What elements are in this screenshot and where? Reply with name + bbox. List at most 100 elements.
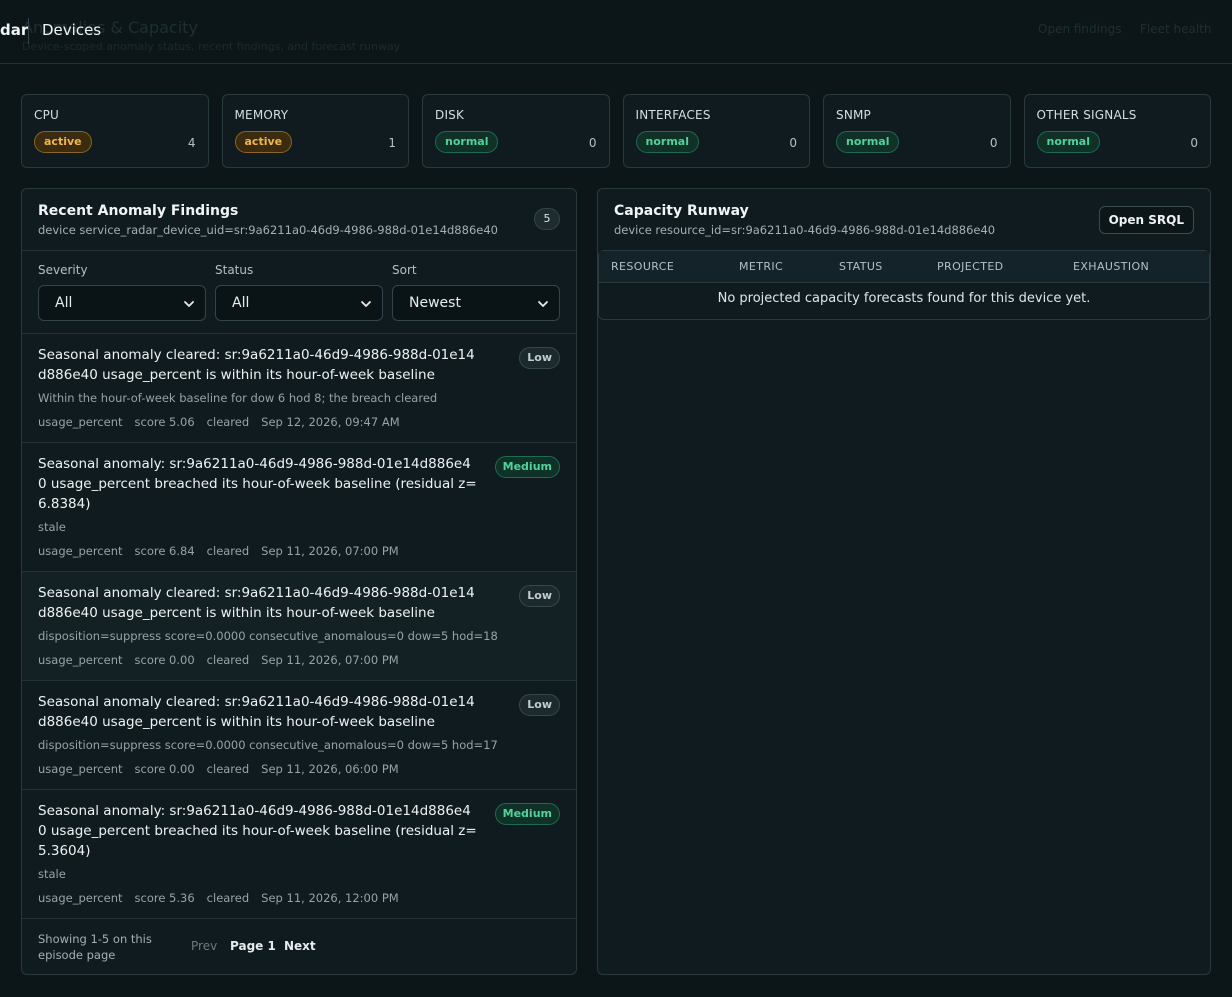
findings-subtitle: device service_radar_device_uid=sr:9a621… xyxy=(38,223,498,237)
prev-page-button[interactable]: Prev xyxy=(191,939,217,953)
nav-devices-link[interactable]: Devices xyxy=(42,21,101,39)
severity-select-value: All xyxy=(55,295,73,311)
finding-description: disposition=suppress score=0.0000 consec… xyxy=(38,738,498,752)
finding-description: Within the hour-of-week baseline for dow… xyxy=(38,391,438,405)
findings-title: Recent Anomaly Findings xyxy=(38,203,239,219)
nav-divider xyxy=(28,18,29,44)
brand-logo-text[interactable]: dar xyxy=(0,21,28,39)
chevron-down-icon xyxy=(184,301,194,307)
signal-cards: CPU active 4 MEMORY active 1 DISK normal… xyxy=(21,94,1211,168)
signal-card-label: SNMP xyxy=(836,108,871,122)
signal-card-count: 0 xyxy=(588,136,597,150)
signal-card-count: 0 xyxy=(789,136,797,150)
finding-title: Seasonal anomaly: sr:9a6211a0-46d9-4986-… xyxy=(38,803,477,859)
finding-score: score 6.84 xyxy=(134,544,195,558)
finding-title: Seasonal anomaly: sr:9a6211a0-46d9-4986-… xyxy=(38,456,477,512)
finding-metric: usage_percent xyxy=(38,762,123,776)
finding-score: score 0.00 xyxy=(134,653,195,667)
status-badge: normal xyxy=(836,131,900,153)
findings-count-badge: 5 xyxy=(534,208,560,230)
finding-score: score 5.06 xyxy=(134,415,195,429)
severity-badge: Medium xyxy=(494,803,560,825)
finding-item[interactable]: Seasonal anomaly cleared: sr:9a6211a0-46… xyxy=(22,681,576,790)
severity-select[interactable]: All xyxy=(38,285,206,321)
capacity-table-header: RESOURCE METRIC STATUS PROJECTED EXHAUST… xyxy=(599,251,1209,283)
current-page-label: Page 1 xyxy=(230,939,276,953)
signal-card-interfaces[interactable]: INTERFACES normal 0 xyxy=(622,94,810,168)
severity-badge: Low xyxy=(519,694,560,716)
finding-item[interactable]: Seasonal anomaly: sr:9a6211a0-46d9-4986-… xyxy=(22,443,576,572)
signal-card-other-signals[interactable]: OTHER SIGNALS normal 0 xyxy=(1023,94,1211,168)
status-filter-label: Status xyxy=(215,263,254,277)
column-header-status[interactable]: STATUS xyxy=(839,260,883,273)
divider xyxy=(22,250,576,251)
capacity-runway-panel: Capacity Runway device resource_id=sr:9a… xyxy=(597,188,1211,975)
finding-state: cleared xyxy=(206,762,250,776)
signal-card-cpu[interactable]: CPU active 4 xyxy=(21,94,209,168)
finding-state: cleared xyxy=(206,653,250,667)
severity-badge: Low xyxy=(519,585,560,607)
signal-card-disk[interactable]: DISK normal 0 xyxy=(422,94,610,168)
pagination: Showing 1-5 on this episode page Prev Pa… xyxy=(22,918,576,974)
status-badge: active xyxy=(34,131,92,153)
signal-card-count: 0 xyxy=(989,136,998,150)
finding-score: score 5.36 xyxy=(134,891,195,905)
finding-description: disposition=suppress score=0.0000 consec… xyxy=(38,629,498,643)
severity-badge: Medium xyxy=(494,456,560,478)
empty-state-message: No projected capacity forecasts found fo… xyxy=(717,291,1091,306)
signal-card-count: 4 xyxy=(187,136,196,150)
page-subtitle-faded: Device-scoped anomaly status, recent fin… xyxy=(22,40,401,53)
finding-item[interactable]: Seasonal anomaly cleared: sr:9a6211a0-46… xyxy=(22,572,576,681)
capacity-table: RESOURCE METRIC STATUS PROJECTED EXHAUST… xyxy=(598,250,1210,320)
status-badge: normal xyxy=(1036,131,1100,153)
signal-card-count: 1 xyxy=(388,136,396,150)
status-select[interactable]: All xyxy=(215,285,383,321)
finding-metric: usage_percent xyxy=(38,891,123,905)
sort-filter: Sort Newest xyxy=(392,263,560,323)
chevron-down-icon xyxy=(538,301,548,307)
finding-time: Sep 11, 2026, 07:00 PM xyxy=(261,544,399,558)
column-header-resource[interactable]: RESOURCE xyxy=(611,260,674,273)
finding-item[interactable]: Seasonal anomaly: sr:9a6211a0-46d9-4986-… xyxy=(22,790,576,919)
finding-state: cleared xyxy=(206,544,250,558)
finding-metric: usage_percent xyxy=(38,544,123,558)
finding-description: stale xyxy=(38,867,66,881)
pagination-info: Showing 1-5 on this episode page xyxy=(38,932,152,962)
signal-card-label: MEMORY xyxy=(234,108,289,122)
next-page-button[interactable]: Next xyxy=(284,939,316,953)
finding-state: cleared xyxy=(206,891,250,905)
finding-title: Seasonal anomaly cleared: sr:9a6211a0-46… xyxy=(38,347,475,383)
signal-card-label: INTERFACES xyxy=(635,108,711,122)
status-badge: normal xyxy=(635,131,699,153)
finding-state: cleared xyxy=(206,415,250,429)
finding-metric: usage_percent xyxy=(38,415,123,429)
finding-metric: usage_percent xyxy=(38,653,123,667)
finding-item[interactable]: Seasonal anomaly cleared: sr:9a6211a0-46… xyxy=(22,334,576,443)
finding-time: Sep 11, 2026, 07:00 PM xyxy=(261,653,399,667)
fleet-health-button[interactable]: Fleet health xyxy=(1140,22,1212,36)
finding-meta: usage_percent score 5.06 cleared Sep 12, 20… xyxy=(38,415,412,429)
capacity-title: Capacity Runway xyxy=(614,203,749,219)
open-srql-button[interactable]: Open SRQL xyxy=(1098,206,1194,234)
open-findings-button[interactable]: Open findings xyxy=(1038,22,1121,36)
column-header-metric[interactable]: METRIC xyxy=(739,260,783,273)
finding-time: Sep 11, 2026, 06:00 PM xyxy=(261,762,399,776)
finding-time: Sep 12, 2026, 09:47 AM xyxy=(261,415,400,429)
column-header-projected[interactable]: PROJECTED xyxy=(937,260,1004,273)
signal-card-label: OTHER SIGNALS xyxy=(1036,108,1137,122)
severity-filter-label: Severity xyxy=(38,263,88,277)
severity-filter: Severity All xyxy=(38,263,206,323)
chevron-down-icon xyxy=(361,301,371,307)
finding-score: score 0.00 xyxy=(134,762,195,776)
sort-filter-label: Sort xyxy=(392,263,417,277)
column-header-exhaustion[interactable]: EXHAUSTION xyxy=(1073,260,1149,273)
findings-list: Seasonal anomaly cleared: sr:9a6211a0-46… xyxy=(22,334,576,919)
finding-meta: usage_percent score 5.36 cleared Sep 11, 20… xyxy=(38,891,411,905)
capacity-subtitle: device resource_id=sr:9a6211a0-46d9-4986… xyxy=(614,223,996,237)
signal-card-snmp[interactable]: SNMP normal 0 xyxy=(823,94,1011,168)
findings-filters: Severity All Status All Sort Newest xyxy=(38,263,560,323)
sort-select[interactable]: Newest xyxy=(392,285,560,321)
status-filter: Status All xyxy=(215,263,383,323)
finding-meta: usage_percent score 6.84 cleared Sep 11, 20… xyxy=(38,544,411,558)
signal-card-memory[interactable]: MEMORY active 1 xyxy=(221,94,409,168)
